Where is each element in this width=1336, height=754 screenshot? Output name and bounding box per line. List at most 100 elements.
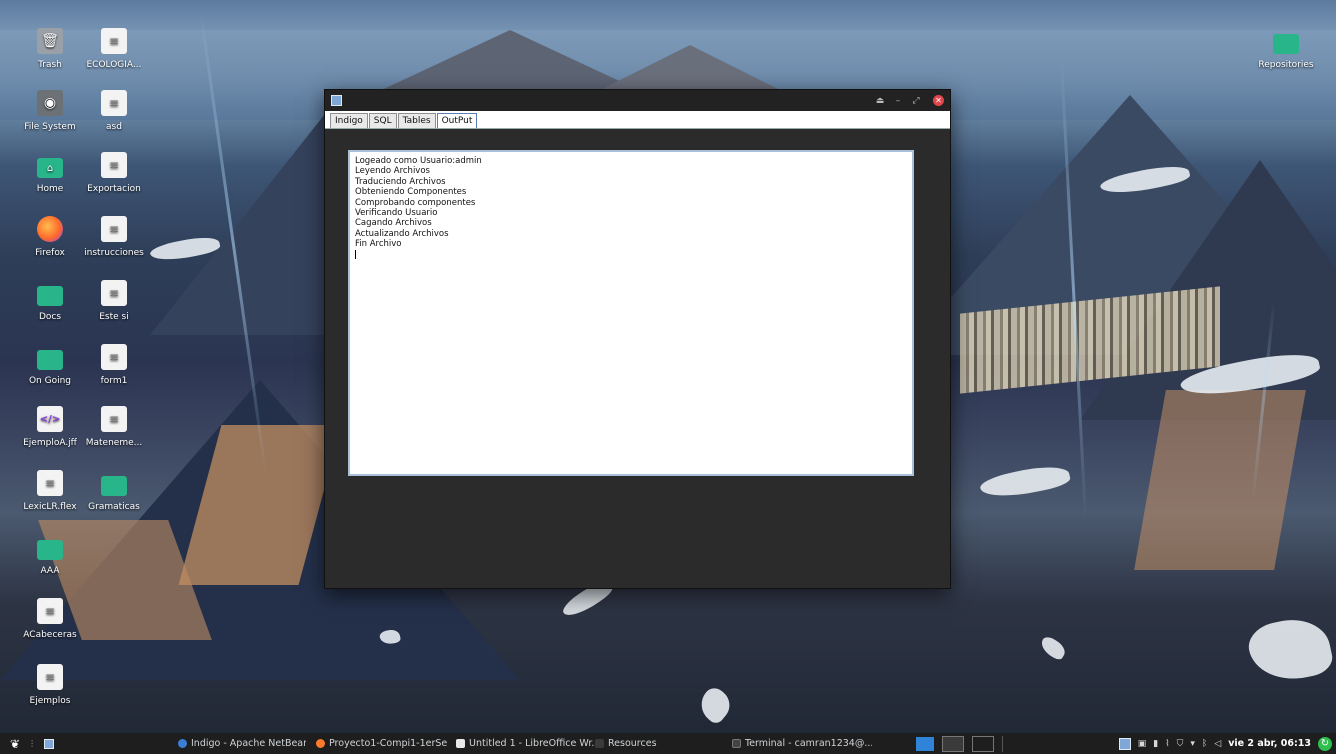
tab-bar: Indigo SQL Tables OutPut <box>325 111 950 129</box>
desktop-icon-label: EjemploA.jff <box>23 438 77 448</box>
writer-document-icon <box>456 739 465 748</box>
folder-icon <box>101 476 127 496</box>
desktop-icon-exportacion[interactable]: ≡ Exportacion <box>80 152 148 194</box>
desktop-icon-label: Trash <box>38 60 62 70</box>
desktop-icon-asd[interactable]: ≡ asd <box>80 90 148 132</box>
workspace-3[interactable] <box>972 735 994 752</box>
desktop-icon-label: AAA <box>40 566 60 576</box>
desktop-icon-label: ECOLOGIA... <box>86 60 142 70</box>
desktop-icon-on-going[interactable]: On Going <box>16 344 84 386</box>
bluetooth-icon[interactable]: ᛒ <box>1202 739 1207 749</box>
wifi-icon[interactable]: ▾ <box>1190 739 1195 749</box>
desktop-icon-label: instrucciones <box>84 248 144 258</box>
window-maximize-button[interactable]: ⤢ <box>907 96 925 106</box>
desktop-icon-aaa[interactable]: AAA <box>16 534 84 576</box>
desktop-icon-file-system[interactable]: ◉ File System <box>16 90 84 132</box>
java-app-icon[interactable] <box>44 738 55 749</box>
desktop-icon-label: Gramaticas <box>88 502 140 512</box>
desktop-icon-instrucciones[interactable]: ≡ instrucciones <box>80 216 148 258</box>
task-firefox[interactable]: Proyecto1-Compi1-1erSe... <box>316 738 448 749</box>
folder-icon <box>37 350 63 370</box>
code-file-icon: </> <box>37 406 63 432</box>
folder-icon <box>37 286 63 306</box>
output-line: Fin Archivo <box>355 239 402 250</box>
desktop-icon-firefox[interactable]: Firefox <box>16 216 84 258</box>
window-minimize-button[interactable]: – <box>889 96 907 106</box>
system-tray: ▣ ▮ ⌇ ⛉ ▾ ᛒ ◁ vie 2 abr, 06:13 ↻ <box>1118 736 1332 751</box>
desktop-icon-lexiclr[interactable]: ≡ LexicLR.flex <box>16 470 84 512</box>
clock[interactable]: vie 2 abr, 06:13 <box>1228 738 1311 749</box>
tab-output[interactable]: OutPut <box>436 113 478 128</box>
workspace-switcher-icon[interactable]: ⋮ <box>28 739 36 748</box>
output-line: Traduciendo Archivos <box>355 176 446 187</box>
task-label: Resources <box>608 738 657 749</box>
desktop-icon-label: On Going <box>28 376 72 386</box>
document-icon: ≡ <box>101 280 127 306</box>
desktop-icon-docs[interactable]: Docs <box>16 280 84 322</box>
window-eject-icon[interactable]: ⏏ <box>871 96 889 106</box>
folder-icon <box>37 540 63 560</box>
document-icon: ≡ <box>37 664 63 690</box>
desktop-icon-este-si[interactable]: ≡ Este si <box>80 280 148 322</box>
clip-icon[interactable]: ⌇ <box>1165 739 1169 749</box>
tab-sql[interactable]: SQL <box>368 113 397 128</box>
desktop-icon-ecologia[interactable]: ≡ ECOLOGIA... <box>80 28 148 70</box>
home-folder-icon: ⌂ <box>37 158 63 178</box>
desktop-icon-label: Mateneme... <box>85 438 143 448</box>
output-line: Leyendo Archivos <box>355 166 430 177</box>
document-icon: ≡ <box>101 344 127 370</box>
desktop-icon-label: LexicLR.flex <box>23 502 77 512</box>
desktop-icon-label: File System <box>24 122 76 132</box>
workspace-2[interactable] <box>942 735 964 752</box>
tab-tables[interactable]: Tables <box>397 113 436 128</box>
document-icon: ≡ <box>101 406 127 432</box>
task-libreoffice[interactable]: Untitled 1 - LibreOffice Wr... <box>456 738 596 749</box>
output-log: Logeado como Usuario:admin Leyendo Archi… <box>350 152 912 266</box>
task-label: Proyecto1-Compi1-1erSe... <box>329 738 448 749</box>
desktop-icon-repositories[interactable]: Repositories <box>1252 28 1320 70</box>
window-titlebar[interactable]: ⏏ – ⤢ ✕ <box>325 90 950 111</box>
document-icon: ≡ <box>37 470 63 496</box>
window-close-button[interactable]: ✕ <box>933 95 944 106</box>
desktop-icon-ejemploa[interactable]: </> EjemploA.jff <box>16 406 84 448</box>
folder-icon <box>595 739 604 748</box>
terminal-tray-icon[interactable]: ▣ <box>1138 739 1147 749</box>
desktop-icon-ejemplos[interactable]: ≡ Ejemplos <box>16 664 84 706</box>
output-line: Verificando Usuario <box>355 208 438 219</box>
document-icon: ≡ <box>101 90 127 116</box>
task-label: Indigo - Apache NetBeans... <box>191 738 306 749</box>
task-terminal[interactable]: Terminal - camran1234@... <box>732 738 872 749</box>
tab-indigo[interactable]: Indigo <box>330 113 368 128</box>
desktop-icon-label: form1 <box>100 376 128 386</box>
output-line: Actualizando Archivos <box>355 228 449 239</box>
app-window: ⏏ – ⤢ ✕ Indigo SQL Tables OutPut Logeado… <box>324 89 951 589</box>
update-icon[interactable]: ↻ <box>1318 736 1332 751</box>
task-resources[interactable]: Resources <box>595 738 675 749</box>
desktop-icon-home[interactable]: ⌂ Home <box>16 152 84 194</box>
desktop-icon-gramaticas[interactable]: Gramaticas <box>80 470 148 512</box>
desktop-icon-label: Home <box>36 184 64 194</box>
desktop-icon-mateneme[interactable]: ≡ Mateneme... <box>80 406 148 448</box>
whisker-menu-icon[interactable]: ❦ <box>10 737 20 751</box>
shield-icon[interactable]: ⛉ <box>1177 739 1184 749</box>
document-icon: ≡ <box>101 216 127 242</box>
volume-muted-icon[interactable]: ◁ <box>1214 739 1221 749</box>
battery-icon[interactable]: ▮ <box>1153 739 1158 749</box>
task-netbeans[interactable]: Indigo - Apache NetBeans... <box>178 738 306 749</box>
output-line: Cagando Archivos <box>355 218 432 229</box>
netbeans-icon <box>178 739 187 748</box>
desktop-icon-acabeceras[interactable]: ≡ ACabeceras <box>16 598 84 640</box>
java-tray-icon[interactable] <box>1118 737 1131 750</box>
desktop-icon-label: asd <box>106 122 122 132</box>
workspace-1[interactable] <box>916 736 934 751</box>
document-icon: ≡ <box>101 28 127 54</box>
firefox-icon <box>316 739 325 748</box>
output-textarea[interactable]: Logeado como Usuario:admin Leyendo Archi… <box>348 150 914 476</box>
workspace-4[interactable] <box>1002 735 1032 752</box>
desktop-icon-label: Exportacion <box>87 184 141 194</box>
desktop-icon-form1[interactable]: ≡ form1 <box>80 344 148 386</box>
drive-icon: ◉ <box>37 90 63 116</box>
output-line: Comprobando componentes <box>355 197 476 208</box>
desktop-icon-label: Docs <box>38 312 62 322</box>
desktop-icon-trash[interactable]: 🗑 Trash <box>16 28 84 70</box>
